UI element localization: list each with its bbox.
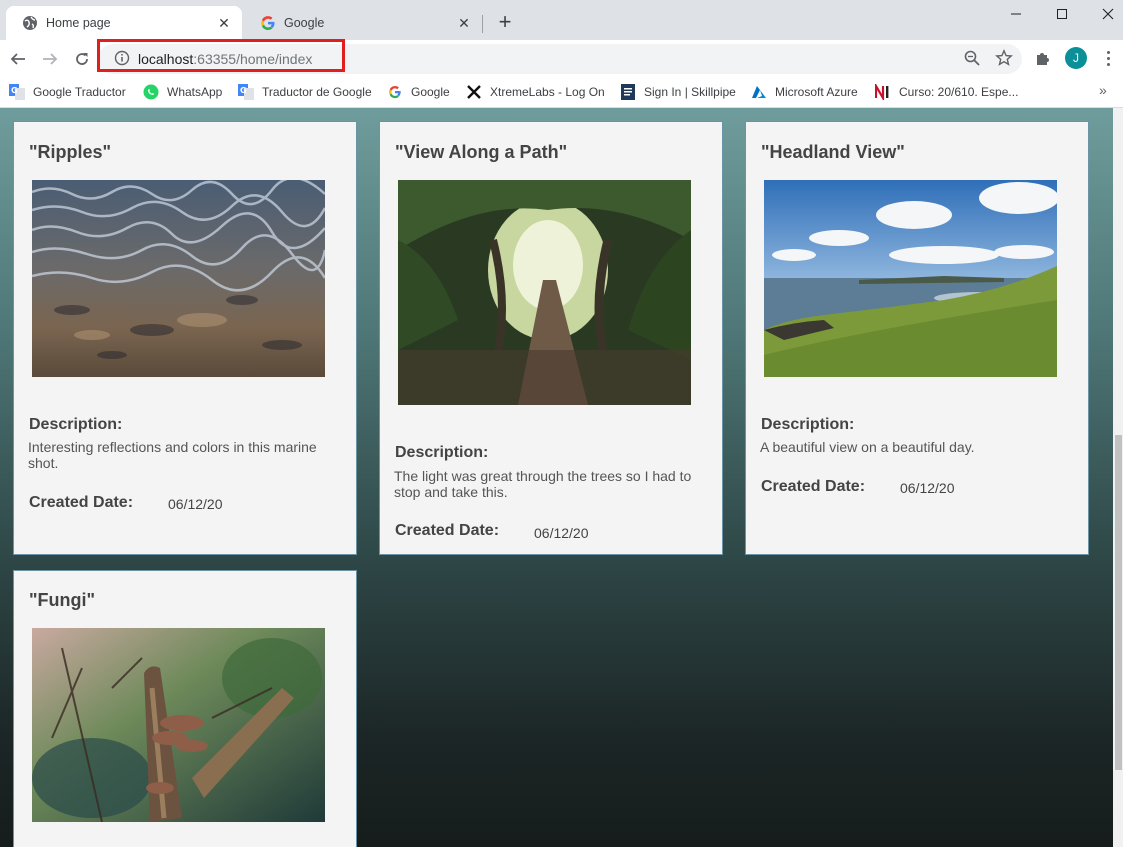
close-tab-icon[interactable]: ✕ [216, 15, 232, 31]
whatsapp-icon [143, 84, 159, 100]
url-highlight-box [97, 39, 345, 72]
new-tab-button[interactable]: + [493, 11, 517, 35]
bookmark-skillpipe[interactable]: Sign In | Skillpipe [620, 83, 736, 101]
photo-title: "Ripples" [29, 142, 112, 162]
created-date-value: 06/12/20 [900, 480, 955, 496]
tab-home-page[interactable]: Home page ✕ [6, 6, 242, 40]
google-translate-icon: G [238, 84, 254, 100]
headland-photo [764, 180, 1057, 377]
created-date-label: Created Date: [29, 494, 134, 511]
description-label: Description: [29, 416, 123, 433]
bookmark-curso[interactable]: Curso: 20/610. Espe... [875, 83, 1018, 101]
tab-strip: Home page ✕ Google ✕ + [0, 0, 1123, 40]
forward-button[interactable] [36, 45, 64, 73]
back-arrow-icon [10, 53, 25, 65]
bookmark-xtremelabs[interactable]: XtremeLabs - Log On [466, 83, 605, 101]
skillpipe-icon [620, 84, 636, 100]
bookmark-microsoft-azure[interactable]: Microsoft Azure [751, 83, 858, 101]
bookmark-label: Sign In | Skillpipe [644, 85, 736, 99]
close-window-button[interactable] [1085, 0, 1123, 28]
google-translate-icon: G [9, 84, 25, 100]
photo-title: "View Along a Path" [395, 142, 568, 162]
created-date-value: 06/12/20 [168, 496, 223, 512]
bookmark-traductor-de-google[interactable]: G Traductor de Google [238, 83, 372, 101]
photo-title: "Fungi" [29, 590, 96, 610]
bookmark-star-icon[interactable] [994, 48, 1014, 68]
photo-card: "Headland View" Description: A beautiful… [745, 121, 1089, 555]
xtremelabs-icon [466, 84, 482, 100]
minimize-button[interactable] [993, 0, 1039, 28]
extensions-puzzle-icon[interactable] [1034, 49, 1054, 69]
ripples-photo [32, 180, 325, 377]
bookmark-label: Google [411, 85, 450, 99]
reload-button[interactable] [68, 45, 96, 73]
tab-divider [482, 15, 483, 33]
svg-text:G: G [240, 86, 247, 95]
google-icon [387, 84, 403, 100]
photo-card: "Ripples" Description: Interesting refle… [13, 121, 357, 555]
ni-icon [875, 84, 891, 100]
scrollbar-thumb[interactable] [1115, 435, 1122, 770]
svg-text:G: G [11, 86, 18, 95]
bookmark-label: WhatsApp [167, 85, 223, 99]
bookmark-google[interactable]: Google [387, 83, 450, 101]
bookmark-whatsapp[interactable]: WhatsApp [143, 83, 222, 101]
zoom-icon[interactable] [962, 48, 982, 68]
bookmark-label: XtremeLabs - Log On [490, 85, 605, 99]
photo-description: A beautiful view on a beautiful day. [760, 439, 975, 455]
forward-arrow-icon [43, 53, 58, 65]
path-photo [398, 180, 691, 405]
maximize-button[interactable] [1039, 0, 1085, 28]
bookmark-label: Microsoft Azure [775, 85, 858, 99]
google-icon [260, 15, 276, 31]
tab-title: Google [284, 16, 325, 30]
back-button[interactable] [4, 45, 32, 73]
globe-icon [22, 15, 38, 31]
azure-icon [751, 84, 767, 100]
bookmarks-bar: G Google Traductor WhatsApp G Traductor … [0, 77, 1123, 108]
bookmark-label: Traductor de Google [262, 85, 372, 99]
tab-title: Home page [46, 16, 111, 30]
created-date-label: Created Date: [395, 522, 500, 539]
fungi-photo [32, 628, 325, 822]
close-tab-icon[interactable]: ✕ [456, 15, 472, 31]
more-bookmarks-icon[interactable]: » [1099, 82, 1107, 98]
photo-card: "Fungi" [13, 570, 357, 847]
photo-card: "View Along a Path" Description: The lig… [379, 121, 723, 555]
created-date-value: 06/12/20 [534, 525, 589, 541]
photo-title: "Headland View" [761, 142, 905, 162]
description-label: Description: [395, 444, 489, 461]
photo-description: Interesting reflections and colors in th… [28, 439, 317, 471]
profile-avatar[interactable]: J [1065, 47, 1087, 69]
bookmark-label: Curso: 20/610. Espe... [899, 85, 1019, 99]
tab-google[interactable]: Google ✕ [244, 6, 482, 40]
browser-menu-icon[interactable] [1100, 48, 1116, 68]
reload-icon [76, 53, 88, 65]
description-label: Description: [761, 416, 855, 433]
page-viewport: "Ripples" Description: Interesting refle… [0, 108, 1113, 847]
photo-description: The light was great through the trees so… [394, 468, 692, 500]
created-date-label: Created Date: [761, 478, 866, 495]
bookmark-label: Google Traductor [33, 85, 126, 99]
bookmark-google-traductor[interactable]: G Google Traductor [9, 83, 126, 101]
